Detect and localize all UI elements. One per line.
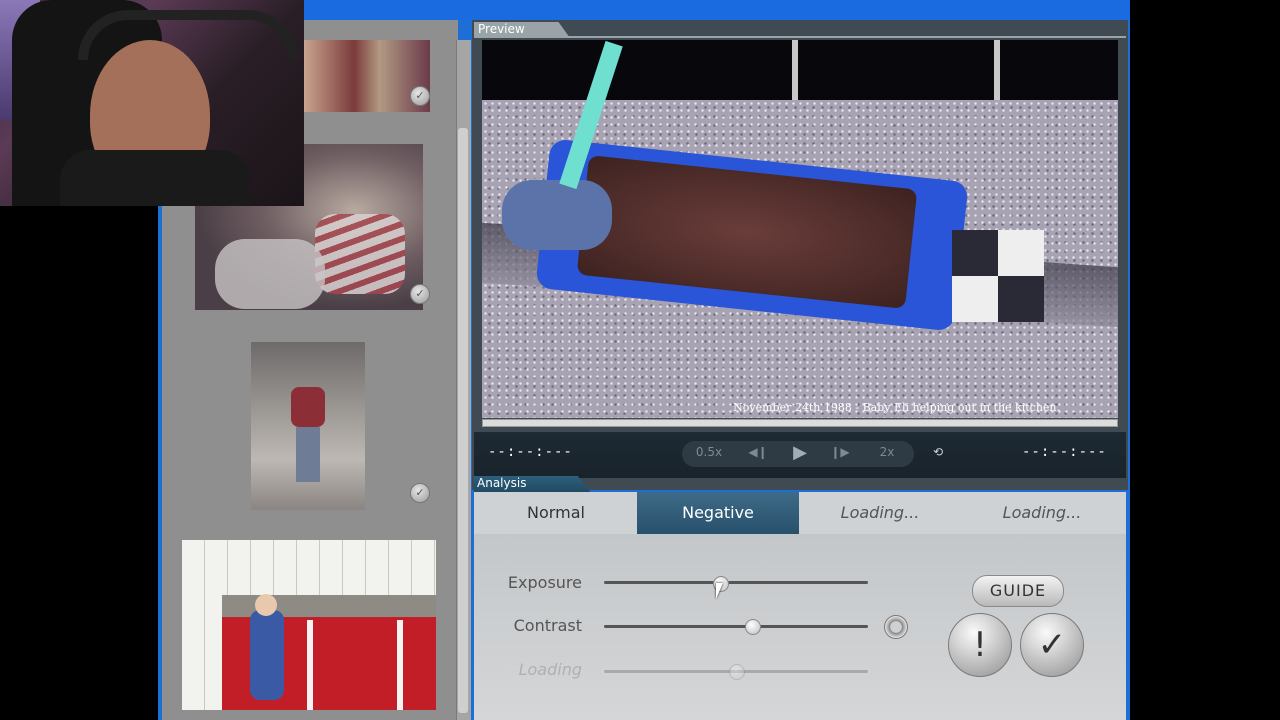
contrast-label: Contrast [513,616,582,635]
check-icon[interactable]: ✓ [410,86,430,106]
speed-fast-button[interactable]: 2x [876,445,898,459]
preview-tab-bar [474,36,1126,38]
thumbnail-photo-4[interactable] [182,540,436,710]
loading-slider-label: Loading [518,660,582,679]
preview-label: Preview [478,22,525,36]
loading-slider-knob [729,664,745,680]
tab-negative[interactable]: Negative [637,492,799,534]
seek-bar[interactable] [482,419,1118,427]
title-bar [300,0,1130,20]
guide-button[interactable]: GUIDE [972,575,1064,607]
tab-normal[interactable]: Normal [475,492,637,534]
tab-loading-1[interactable]: Loading... [799,492,961,534]
webcam-overlay [0,0,304,206]
loop-icon[interactable]: ⟲ [928,445,948,459]
check-icon[interactable]: ✓ [410,483,430,503]
total-time: --:--:--- [1022,444,1107,460]
cursor-icon [716,583,730,599]
step-forward-icon[interactable]: ❙▶ [830,445,850,459]
reset-dial[interactable] [884,615,908,639]
play-icon[interactable]: ▶ [788,442,812,463]
contrast-slider[interactable] [604,625,868,628]
step-back-icon[interactable]: ◀❙ [748,445,768,459]
tab-loading-2[interactable]: Loading... [961,492,1123,534]
video-caption: November 24th 1988 - Baby Eli helping ou… [733,401,1060,414]
thumbnail-scrollbar-thumb[interactable] [458,128,468,713]
thumbnail-photo-3[interactable] [251,342,365,510]
confirm-button[interactable]: ✓ [1020,613,1084,677]
exposure-slider[interactable] [604,581,868,584]
alert-button[interactable]: ! [948,613,1012,677]
speed-slow-button[interactable]: 0.5x [694,445,724,459]
video-preview[interactable]: November 24th 1988 - Baby Eli helping ou… [482,40,1118,418]
exposure-label: Exposure [507,573,582,592]
current-time: --:--:--- [488,444,573,460]
analysis-label: Analysis [477,476,527,490]
check-icon[interactable]: ✓ [410,284,430,304]
contrast-slider-knob[interactable] [744,619,761,635]
